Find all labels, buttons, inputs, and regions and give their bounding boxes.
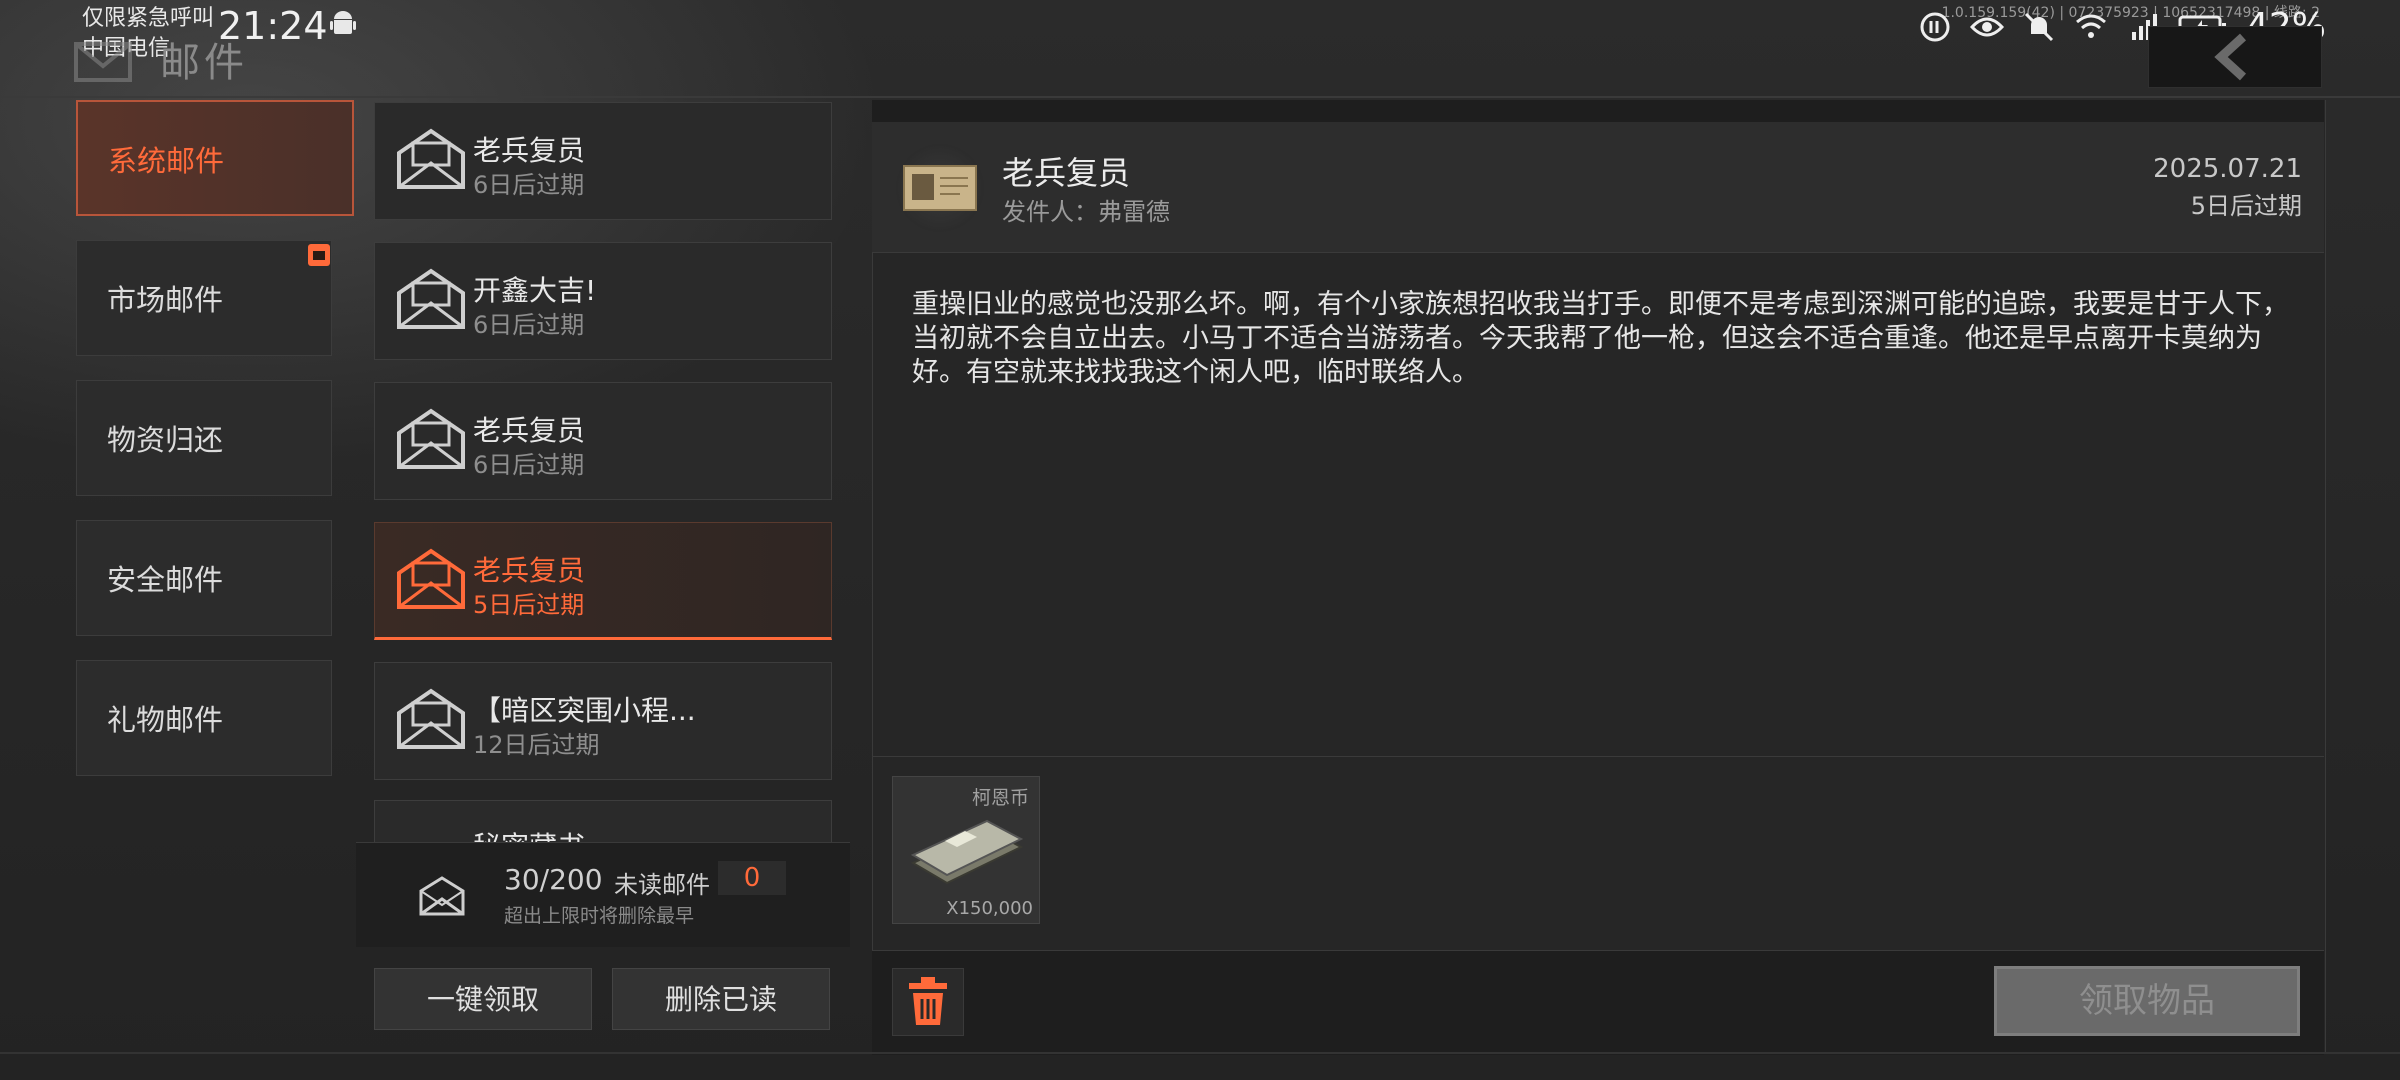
envelope-icon [419, 876, 465, 916]
emergency-call-text: 仅限紧急呼叫 [82, 6, 215, 31]
attachment-divider [872, 756, 2324, 757]
mail-title: 老兵复员 [473, 134, 586, 167]
mail-count: 30/200 [504, 863, 603, 896]
unread-label: 未读邮件 [614, 871, 710, 899]
mail-list-item[interactable]: 老兵复员 6日后过期 [374, 382, 832, 500]
attachment-item[interactable]: 柯恩币 X150,000 [892, 776, 1040, 924]
letter-photo-icon [903, 165, 977, 211]
back-arrow-icon [2214, 33, 2247, 81]
mail-expiry: 6日后过期 [473, 451, 585, 479]
mail-expiry: 5日后过期 [473, 591, 585, 619]
category-label: 礼物邮件 [107, 703, 224, 737]
open-envelope-icon [397, 268, 465, 329]
sender-name: 弗雷德 [1098, 198, 1170, 226]
mail-title: 秘密藏书 [473, 825, 585, 842]
mail-expiry: 12日后过期 [473, 731, 600, 759]
mail-list-item-selected[interactable]: 老兵复员 5日后过期 [374, 522, 832, 640]
page-title: 邮件 [160, 40, 248, 86]
open-envelope-icon [397, 128, 465, 189]
open-envelope-icon [397, 408, 465, 469]
sender-label: 发件人： [1002, 198, 1098, 226]
delete-read-button[interactable]: 删除已读 [612, 968, 830, 1030]
mail-title: 开鑫大吉! [473, 274, 597, 307]
back-button[interactable] [2148, 26, 2322, 88]
header-divider [0, 96, 2400, 98]
mail-list-item[interactable]: 开鑫大吉! 6日后过期 [374, 242, 832, 360]
mail-date: 2025.07.21 [2153, 154, 2302, 184]
trash-icon [909, 977, 947, 1025]
open-envelope-icon [397, 548, 465, 609]
mailbox-summary: 30/200 未读邮件 0 超出上限时将删除最早 [356, 842, 850, 947]
mail-list-item-partial[interactable]: 秘密藏书 [374, 800, 832, 842]
category-label: 物资归还 [107, 423, 224, 457]
bottom-divider [0, 1052, 2400, 1054]
cash-bundle-icon [910, 819, 1024, 885]
eye-comfort-icon [1969, 17, 2004, 36]
mail-list-item[interactable]: 【暗区突围小程... 12日后过期 [374, 662, 832, 780]
mail-title: 老兵复员 [473, 414, 586, 447]
attachment-quantity: X150,000 [946, 898, 1033, 919]
category-market-mail[interactable]: 市场邮件 [76, 240, 332, 356]
category-label: 市场邮件 [107, 283, 224, 317]
claim-all-button[interactable]: 一键领取 [374, 968, 592, 1030]
mail-list-item[interactable]: 老兵复员 6日后过期 [374, 102, 832, 220]
status-bar: 仅限紧急呼叫 中国电信 21:24 1.0.159.159(42) | 0723… [0, 0, 2400, 61]
mail-detail-title: 老兵复员 [1002, 154, 1131, 192]
mail-title: 【暗区突围小程... [473, 694, 696, 727]
category-label: 安全邮件 [107, 563, 224, 597]
android-icon [330, 11, 356, 34]
mute-bell-icon [2024, 12, 2054, 41]
category-label: 系统邮件 [108, 144, 225, 178]
mail-expiry: 6日后过期 [473, 171, 585, 199]
mail-logo-icon [74, 42, 132, 82]
mail-title: 老兵复员 [473, 554, 586, 587]
sender-avatar [896, 144, 984, 232]
capacity-hint: 超出上限时将删除最早 [504, 905, 695, 927]
category-gift-mail[interactable]: 礼物邮件 [76, 660, 332, 776]
category-supply-return[interactable]: 物资归还 [76, 380, 332, 496]
delete-mail-button[interactable] [892, 968, 964, 1036]
data-saver-icon [1920, 12, 1950, 41]
mail-detail-expiry: 5日后过期 [2190, 192, 2302, 220]
category-security-mail[interactable]: 安全邮件 [76, 520, 332, 636]
claim-items-button[interactable]: 领取物品 [1994, 966, 2300, 1036]
attachment-name: 柯恩币 [971, 787, 1029, 809]
detail-top-strip [872, 100, 2324, 122]
unread-count: 0 [718, 861, 786, 895]
category-system-mail[interactable]: 系统邮件 [76, 100, 354, 216]
mail-expiry: 6日后过期 [473, 311, 585, 339]
open-envelope-icon [397, 688, 465, 749]
mail-body-text: 重操旧业的感觉也没那么坏。啊，有个小家族想招收我当打手。即便不是考虑到深渊可能的… [912, 289, 2289, 388]
wifi-icon [2076, 14, 2106, 38]
new-mail-badge [308, 244, 330, 266]
